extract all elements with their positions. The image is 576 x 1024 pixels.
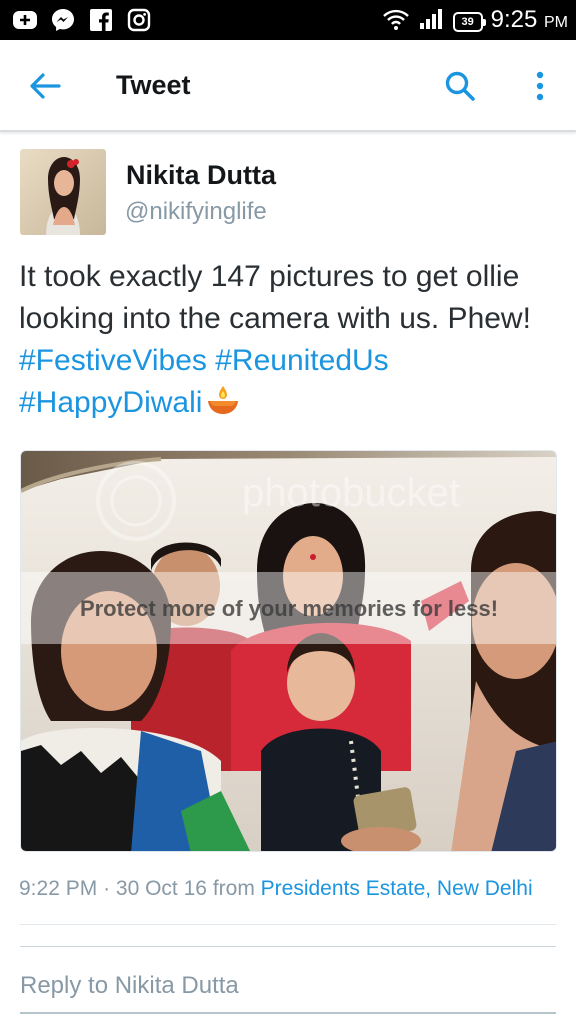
author-handle[interactable]: @nikifyinglife — [125, 198, 267, 226]
clock: 9:25 PM — [491, 6, 568, 37]
photo-brand: photobucket — [242, 471, 460, 515]
tweet-time: 9:22 PM — [19, 877, 98, 900]
tweet-photo[interactable]: Protect more of your memories for less! … — [20, 450, 557, 852]
add-icon — [12, 7, 38, 33]
from-label: from — [212, 877, 255, 900]
search-icon — [445, 71, 475, 101]
more-options-button[interactable] — [522, 64, 558, 108]
app-bar: Tweet — [0, 40, 576, 132]
author-name[interactable]: Nikita Dutta — [126, 160, 276, 191]
divider — [20, 924, 556, 925]
author-avatar[interactable] — [20, 149, 106, 235]
reply-input[interactable]: Reply to Nikita Dutta — [20, 968, 556, 1014]
clock-ampm: PM — [544, 14, 568, 31]
reply-placeholder: Reply to Nikita Dutta — [20, 972, 239, 999]
wifi-icon — [381, 7, 411, 36]
tweet-date: 30 Oct 16 — [115, 877, 207, 900]
arrow-left-icon — [30, 73, 61, 99]
search-button[interactable] — [438, 64, 482, 108]
status-indicators: 39 9:25 PM — [381, 6, 568, 37]
back-button[interactable] — [22, 66, 68, 106]
clock-time: 9:25 — [490, 6, 538, 33]
meta-separator: · — [103, 877, 111, 900]
notification-icons — [12, 7, 152, 33]
messenger-icon — [50, 7, 76, 33]
hashtag-happydiwali[interactable]: #HappyDiwali — [19, 386, 202, 419]
tweet-text: It took exactly 147 pictures to get olli… — [19, 256, 564, 428]
battery-indicator: 39 — [452, 11, 486, 32]
facebook-icon — [88, 7, 114, 33]
instagram-icon — [126, 7, 152, 33]
hashtag-festivevibes[interactable]: #FestiveVibes — [19, 344, 207, 377]
signal-icon — [419, 7, 445, 36]
status-bar: 39 9:25 PM — [0, 0, 576, 40]
more-vertical-icon — [536, 71, 544, 101]
diya-lamp-icon — [206, 384, 240, 428]
photo-watermark: Protect more of your memories for less! — [80, 596, 498, 621]
page-title: Tweet — [116, 70, 191, 100]
hashtag-reunitedus[interactable]: #ReunitedUs — [215, 344, 388, 377]
divider — [20, 946, 556, 947]
tweet-meta: 9:22 PM · 30 Oct 16 from Presidents Esta… — [19, 877, 533, 901]
tweet-location[interactable]: Presidents Estate, New Delhi — [261, 877, 533, 900]
tweet-body: It took exactly 147 pictures to get olli… — [19, 260, 531, 335]
